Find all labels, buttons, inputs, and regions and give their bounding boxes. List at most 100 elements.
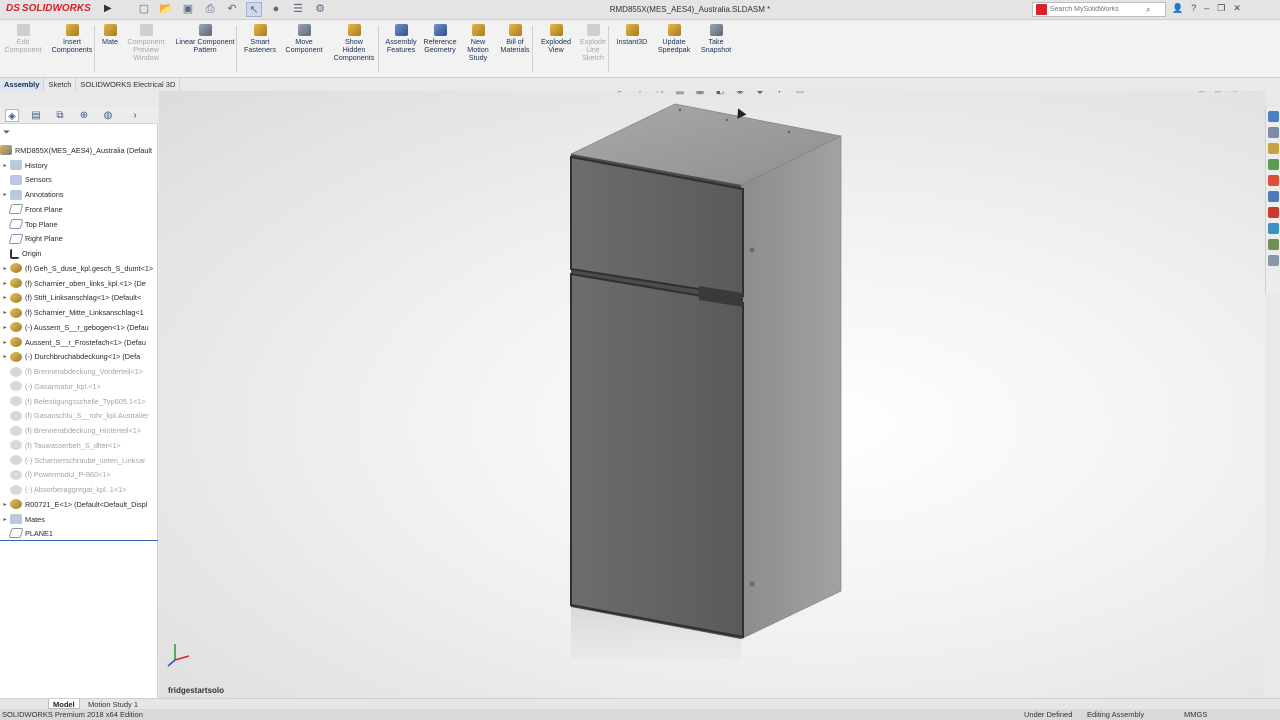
section-view-icon[interactable]: ▧ bbox=[673, 91, 687, 97]
tree-item[interactable]: ▸ (f) Scharnier_Mitte_Linksanschlag<1 bbox=[0, 305, 158, 320]
tab-assembly[interactable]: Assembly bbox=[0, 78, 45, 91]
search-box[interactable]: ⌕ bbox=[1032, 2, 1166, 17]
configuration-manager-tab-icon[interactable]: ⧉ bbox=[53, 109, 67, 122]
expand-arrow-icon[interactable]: ▸ bbox=[0, 324, 10, 331]
tab-motion-study[interactable]: Motion Study 1 bbox=[84, 699, 142, 709]
tree-item[interactable]: (f) Powermodul_P-860<1> bbox=[0, 468, 158, 483]
expand-arrow-icon[interactable]: ▸ bbox=[0, 162, 10, 169]
viewport-close-icon[interactable]: ✕ bbox=[1248, 91, 1255, 94]
new-document-icon[interactable]: ▢ bbox=[136, 2, 152, 17]
apply-scene-icon[interactable]: ◐ bbox=[773, 91, 787, 97]
print-icon[interactable]: ⎙ bbox=[202, 2, 218, 17]
viewport-minimize-icon[interactable]: ⊟ bbox=[1214, 91, 1221, 94]
expand-arrow-icon[interactable]: ▸ bbox=[0, 191, 10, 198]
expand-arrow-icon[interactable]: ▸ bbox=[0, 339, 10, 346]
tree-item[interactable]: (f) Brennerabdeckung_Vorderteil<1> bbox=[0, 364, 158, 379]
expand-arrow-icon[interactable]: ▸ bbox=[0, 265, 10, 272]
fridge-model[interactable] bbox=[559, 99, 849, 659]
tree-root[interactable]: RMD855X(MES_AES4)_Australia (Default bbox=[0, 143, 158, 158]
tree-item[interactable]: (-) Gasarmatur_kpl.<1> bbox=[0, 379, 158, 394]
tree-item[interactable]: PLANE1 bbox=[0, 527, 158, 542]
graphics-area[interactable]: ⌕ ⌖ ⇱ ▧ ▦ ◧ ◉ ◆ ◐ ▭ ⊡ ⊟ ❐ ✕ bbox=[159, 91, 1265, 698]
expand-arrow-icon[interactable]: ▸ bbox=[0, 516, 10, 523]
tree-item[interactable]: ▸ (-) Durchbruchabdeckung<1> (Defa bbox=[0, 350, 158, 365]
tree-item[interactable]: Origin bbox=[0, 246, 158, 261]
chevron-right-icon[interactable]: › bbox=[131, 109, 139, 122]
tree-item[interactable]: Right Plane bbox=[0, 232, 158, 247]
previous-view-icon[interactable]: ⇱ bbox=[653, 91, 667, 97]
ribbon-tool-instant3d[interactable]: Instant3D bbox=[612, 24, 652, 46]
tree-item[interactable]: (-) Scharnierschraube_unten_Linksar bbox=[0, 453, 158, 468]
ribbon-tool-component-preview-window[interactable]: Component Preview Window bbox=[124, 24, 168, 62]
tree-item[interactable]: ▸ (f) Geh_S_duse_kpl.gesch_S_dumt<1> bbox=[0, 261, 158, 276]
undo-icon[interactable]: ↶ bbox=[224, 2, 240, 17]
ribbon-tool-exploded-view[interactable]: Exploded View bbox=[536, 24, 576, 54]
zoom-to-area-icon[interactable]: ⌖ bbox=[633, 91, 647, 97]
view-orientation-icon[interactable]: ▦ bbox=[693, 91, 707, 97]
search-input[interactable] bbox=[1050, 6, 1146, 13]
ribbon-tool-assembly-features[interactable]: Assembly Features bbox=[382, 24, 420, 54]
expand-arrow-icon[interactable]: ▸ bbox=[0, 353, 10, 360]
close-icon[interactable]: ✕ bbox=[1233, 3, 1241, 14]
tab-sketch[interactable]: Sketch bbox=[44, 78, 77, 91]
search-icon[interactable]: ⌕ bbox=[1146, 5, 1150, 15]
edit-appearance-icon[interactable]: ◆ bbox=[753, 91, 767, 97]
expand-menu-icon[interactable]: ▶ bbox=[104, 3, 112, 14]
tab-solidworks-electrical-3d[interactable]: SOLIDWORKS Electrical 3D bbox=[76, 78, 181, 91]
status-units[interactable]: MMGS bbox=[1184, 710, 1207, 719]
save-icon[interactable]: ▣ bbox=[180, 2, 196, 17]
ribbon-tool-show-hidden-components[interactable]: Show Hidden Components bbox=[330, 24, 378, 62]
tree-item[interactable]: (f) Tauwasserbeh_S_dlter<1> bbox=[0, 438, 158, 453]
tree-item[interactable]: Sensors bbox=[0, 173, 158, 188]
ribbon-tool-bill-of-materials[interactable]: Bill of Materials bbox=[496, 24, 534, 54]
view-settings-icon[interactable]: ▭ bbox=[793, 91, 807, 97]
custom-properties-icon[interactable] bbox=[1268, 191, 1279, 202]
expand-arrow-icon[interactable]: ▸ bbox=[0, 280, 10, 287]
expand-arrow-icon[interactable]: ▸ bbox=[0, 501, 10, 508]
zoom-to-fit-icon[interactable]: ⌕ bbox=[613, 91, 627, 97]
file-properties-icon[interactable]: ☰ bbox=[290, 2, 306, 17]
restore-icon[interactable]: ❐ bbox=[1217, 3, 1225, 14]
solidworks-resources-icon[interactable] bbox=[1268, 111, 1279, 122]
design-library-icon[interactable] bbox=[1268, 127, 1279, 138]
select-icon[interactable]: ↖ bbox=[246, 2, 262, 17]
display-manager-tab-icon[interactable]: ◍ bbox=[101, 109, 115, 122]
ribbon-tool-take-snapshot[interactable]: Take Snapshot bbox=[696, 24, 736, 54]
expand-arrow-icon[interactable]: ▸ bbox=[0, 309, 10, 316]
ribbon-tool-linear-component-pattern[interactable]: Linear Component Pattern bbox=[170, 24, 240, 54]
viewport-restore-icon[interactable]: ❐ bbox=[1231, 91, 1238, 94]
user-icon[interactable]: 👤 bbox=[1172, 3, 1183, 14]
help-icon[interactable]: ? bbox=[1191, 3, 1196, 14]
filter-icon[interactable]: ⏷ bbox=[3, 127, 10, 138]
dimxpert-tab-icon[interactable]: ⊕ bbox=[77, 109, 91, 122]
minimize-icon[interactable]: – bbox=[1204, 3, 1209, 14]
ribbon-tool-mate[interactable]: Mate bbox=[98, 24, 122, 46]
ribbon-tool-new-motion-study[interactable]: New Motion Study bbox=[462, 24, 494, 62]
tree-item[interactable]: ▸ (f) Scharnier_oben_links_kpl.<1> (De bbox=[0, 276, 158, 291]
tree-item[interactable]: ▸ Mates bbox=[0, 512, 158, 527]
ribbon-tool-insert-components[interactable]: Insert Components bbox=[50, 24, 94, 54]
tree-item[interactable]: Top Plane bbox=[0, 217, 158, 232]
file-explorer-icon[interactable] bbox=[1268, 143, 1279, 154]
electrical-icon[interactable] bbox=[1268, 239, 1279, 250]
expand-arrow-icon[interactable]: ▸ bbox=[0, 294, 10, 301]
tree-item[interactable]: ▸ R00721_E<1> (Default<Default_Displ bbox=[0, 497, 158, 512]
ribbon-tool-move-component[interactable]: Move Component bbox=[282, 24, 326, 54]
refrigerator-door[interactable] bbox=[570, 272, 744, 639]
rebuild-icon[interactable]: ● bbox=[268, 2, 284, 17]
tree-item[interactable]: (f) Befestigungsschelle_Typ605.1<1> bbox=[0, 394, 158, 409]
viewport-tile-icon[interactable]: ⊡ bbox=[1198, 91, 1205, 94]
ribbon-tool-reference-geometry[interactable]: Reference Geometry bbox=[420, 24, 460, 54]
ribbon-tool-edit-component[interactable]: Edit Component bbox=[0, 24, 46, 54]
property-manager-tab-icon[interactable]: ▤ bbox=[29, 109, 43, 122]
toolbox-icon[interactable] bbox=[1268, 255, 1279, 266]
tree-item[interactable]: (f) Gasanschlu_S__rohr_kpl.Australier bbox=[0, 409, 158, 424]
tree-item[interactable]: ▸ History bbox=[0, 158, 158, 173]
hide-show-items-icon[interactable]: ◉ bbox=[733, 91, 747, 97]
display-style-icon[interactable]: ◧ bbox=[713, 91, 727, 97]
tree-item[interactable]: ▸ Annotations bbox=[0, 187, 158, 202]
tree-item[interactable]: Front Plane bbox=[0, 202, 158, 217]
ribbon-tool-update-speedpak[interactable]: Update Speedpak bbox=[654, 24, 694, 54]
tree-item[interactable]: (f) Brennerabdeckung_Hinterteil<1> bbox=[0, 423, 158, 438]
tree-item[interactable]: ▸ (f) Stift_Linksanschlag<1> (Default< bbox=[0, 291, 158, 306]
